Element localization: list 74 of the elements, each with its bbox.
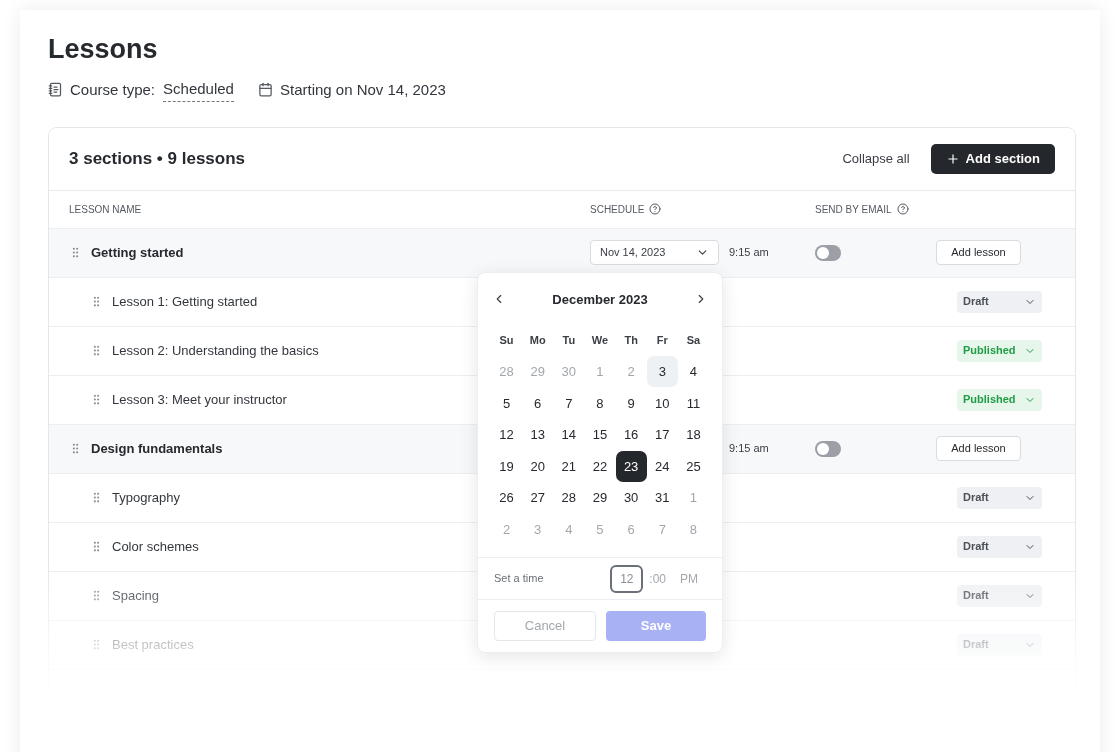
add-section-button[interactable]: Add section (930, 143, 1055, 174)
plus-icon (945, 151, 960, 166)
status-dropdown[interactable]: Draft (957, 535, 1042, 558)
weekday-label: We (590, 332, 610, 348)
calendar-day[interactable]: 24 (646, 450, 678, 482)
course-type-value[interactable]: Scheduled (163, 78, 234, 102)
calendar-day[interactable]: 13 (522, 419, 554, 451)
minutes-text: :00 (649, 570, 666, 588)
calendar-day[interactable]: 8 (584, 387, 616, 419)
status-dropdown[interactable]: Draft (957, 290, 1042, 313)
calendar-day[interactable]: 9 (615, 387, 647, 419)
lesson-name: Typography (112, 488, 180, 507)
calendar-day[interactable]: 12 (491, 419, 523, 451)
column-header: SEND BY EMAIL (815, 202, 892, 217)
lesson-name: Lesson 3: Meet your instructor (112, 390, 287, 409)
course-type-label: Course type: (70, 79, 156, 100)
column-header: LESSON NAME (69, 202, 142, 217)
status-dropdown[interactable]: Draft (957, 584, 1042, 607)
calendar-day[interactable]: 5 (491, 387, 523, 419)
set-time-label: Set a time (494, 571, 545, 587)
calendar-day[interactable]: 17 (646, 419, 678, 451)
calendar-day[interactable]: 7 (553, 387, 585, 419)
calendar-month: December 2023 (552, 290, 648, 309)
calendar-day[interactable]: 10 (646, 387, 678, 419)
status-dropdown[interactable]: Draft (957, 486, 1042, 509)
weekday-label: Fr (655, 332, 669, 348)
lesson-name: Spacing (112, 586, 159, 605)
weekday-label: Th (623, 332, 639, 348)
calendar-day[interactable]: 14 (553, 419, 585, 451)
calendar-day[interactable]: 29 (584, 482, 616, 514)
page-title: Lessons (48, 33, 159, 66)
calendar-day[interactable]: 22 (584, 450, 616, 482)
date-dropdown[interactable]: Nov 14, 2023 (590, 240, 719, 265)
email-toggle[interactable] (815, 244, 841, 261)
calendar-day[interactable]: 20 (522, 450, 554, 482)
calendar-day[interactable]: 27 (522, 482, 554, 514)
calendar-day[interactable]: 15 (584, 419, 616, 451)
help-icon[interactable] (896, 203, 909, 215)
lessons-summary: 3 sections • 9 lessons (69, 147, 247, 170)
weekday-label: Tu (561, 332, 577, 348)
weekday-label: Sa (685, 332, 702, 348)
help-icon[interactable] (649, 203, 662, 215)
start-date: Starting on Nov 14, 2023 (279, 79, 446, 100)
lesson-name: Best practices (112, 635, 194, 654)
email-toggle[interactable] (815, 440, 841, 457)
lesson-name: Lesson 1: Getting started (112, 292, 258, 311)
weekday-label: Su (498, 332, 515, 348)
calendar-day[interactable]: 4 (677, 356, 709, 388)
lesson-name: Lesson 2: Understanding the basics (112, 341, 319, 360)
notebook-icon (48, 82, 63, 98)
calendar-day[interactable]: 6 (522, 387, 554, 419)
calendar-day[interactable]: 26 (491, 482, 523, 514)
calendar-day[interactable]: 16 (615, 419, 647, 451)
section-name: Design fundamentals (91, 439, 223, 458)
calendar-day[interactable]: 11 (677, 387, 709, 419)
collapse-all-button[interactable]: Collapse all (842, 148, 910, 169)
calendar-day[interactable]: 25 (677, 450, 709, 482)
section-name: Getting started (91, 243, 184, 262)
calendar-day[interactable]: 23 (615, 450, 647, 482)
calendar-day[interactable]: 28 (553, 482, 585, 514)
lesson-name: Color schemes (112, 537, 199, 556)
add-lesson-button[interactable]: Add lesson (936, 240, 1021, 265)
calendar-day[interactable]: 31 (646, 482, 678, 514)
add-lesson-button[interactable]: Add lesson (936, 436, 1021, 461)
calendar-day[interactable]: 30 (615, 482, 647, 514)
calendar-day[interactable]: 21 (553, 450, 585, 482)
section-time: 9:15 am (729, 245, 769, 261)
section-time: 9:15 am (729, 441, 769, 457)
calendar-day[interactable]: 18 (677, 419, 709, 451)
column-header: SCHEDULE (590, 202, 645, 217)
calendar-day[interactable]: 3 (646, 356, 678, 388)
calendar-icon (257, 82, 273, 98)
calendar-day[interactable]: 19 (491, 450, 523, 482)
weekday-label: Mo (528, 332, 547, 348)
